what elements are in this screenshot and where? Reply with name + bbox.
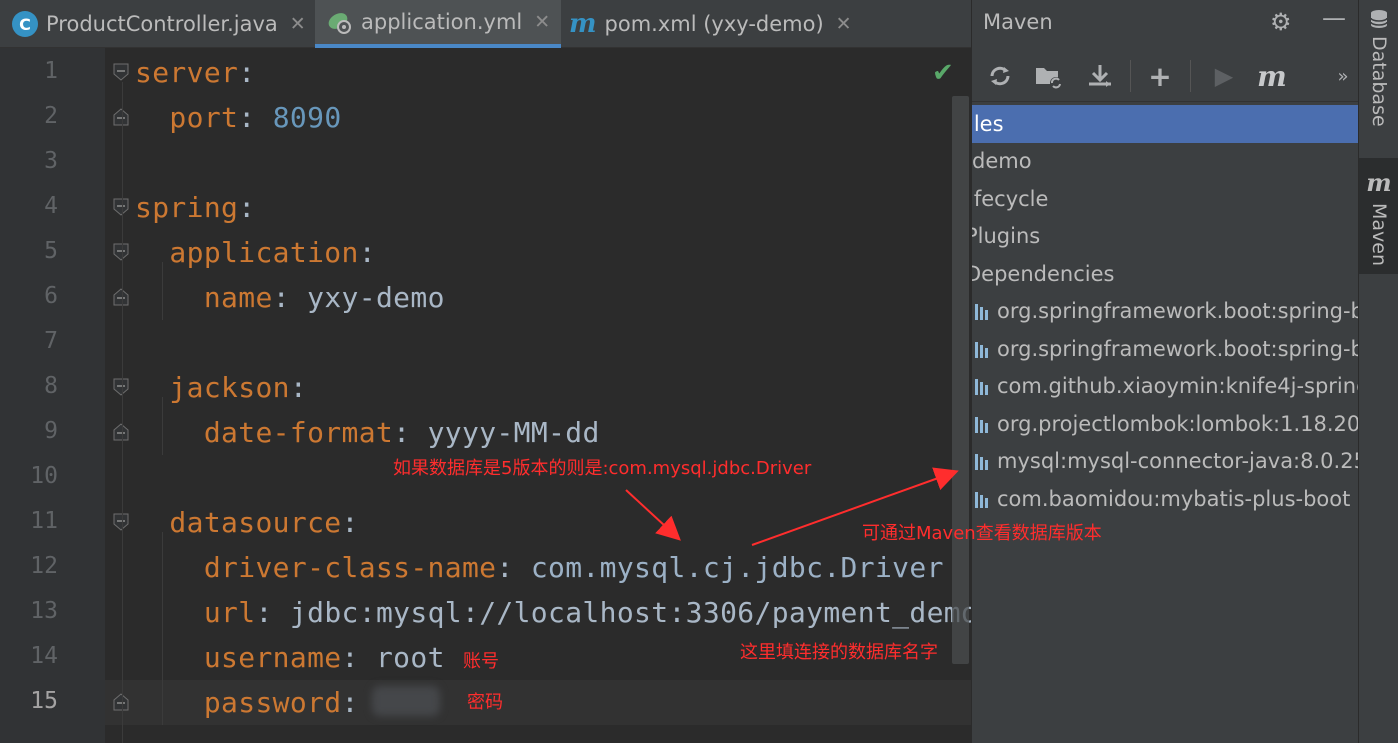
tree-item-project[interactable]: demo: [972, 142, 1358, 180]
line-number: 3: [44, 148, 58, 174]
minimize-icon[interactable]: —: [1322, 4, 1346, 32]
line-number: 2: [44, 103, 58, 129]
folder-reload-icon[interactable]: [1032, 60, 1066, 92]
fold-end-icon[interactable]: [111, 287, 131, 307]
code-line-5: application:: [169, 236, 376, 269]
fold-open-icon[interactable]: [111, 242, 131, 262]
line-number: 12: [30, 553, 58, 579]
database-tool-button[interactable]: Database: [1359, 8, 1398, 138]
line-number: 6: [44, 283, 58, 309]
dependency-item[interactable]: com.baomidou:mybatis-plus-boot: [972, 480, 1358, 518]
line-number: 10: [30, 463, 58, 489]
library-icon: [975, 379, 988, 395]
library-icon: [975, 454, 988, 470]
line-number: 9: [44, 418, 58, 444]
annotation-password-note: 密码: [467, 692, 503, 713]
fold-end-icon[interactable]: [111, 692, 131, 712]
code-line-8: jackson:: [169, 371, 308, 404]
tab-product-controller[interactable]: C ProductController.java ✕: [0, 0, 314, 48]
dependency-item[interactable]: org.projectlombok:lombok:1.18.20: [972, 405, 1358, 443]
line-number: 1: [44, 58, 58, 84]
fold-open-icon[interactable]: [111, 197, 131, 217]
maven-label: Maven: [1368, 203, 1390, 267]
database-label: Database: [1368, 36, 1390, 127]
download-icon[interactable]: [1083, 60, 1117, 92]
code-line-13: url: jdbc:mysql://localhost:3306/payment…: [203, 596, 971, 629]
spring-leaf-icon: [327, 9, 353, 35]
maven-panel: Maven ⚙ — + ▶ m » iles demo ifecycle Plu…: [971, 0, 1358, 743]
editor-tab-bar: C ProductController.java ✕ application.y…: [0, 0, 971, 48]
code-line-9: date-format: yyyy-MM-dd: [203, 416, 600, 449]
fold-open-icon[interactable]: [111, 62, 131, 82]
maven-icon: m: [1366, 168, 1392, 197]
library-icon: [975, 417, 988, 433]
library-icon: [975, 304, 988, 320]
maven-header: Maven ⚙ —: [972, 0, 1358, 48]
code-line-2: port: 8090: [169, 101, 342, 134]
maven-execute-icon[interactable]: m: [1255, 60, 1289, 93]
tab-label: pom.xml (yxy-demo): [604, 12, 824, 36]
redacted-password: [372, 686, 440, 716]
maven-title: Maven: [983, 10, 1053, 34]
close-icon[interactable]: ✕: [836, 13, 852, 35]
maven-tool-button[interactable]: m Maven: [1359, 158, 1398, 274]
tool-window-stripe: Database m Maven: [1358, 0, 1398, 743]
database-icon: [1370, 10, 1388, 28]
java-class-icon: C: [12, 11, 38, 37]
close-icon[interactable]: ✕: [290, 13, 306, 35]
tree-item-plugins[interactable]: Plugins: [972, 217, 1358, 255]
toolbar-separator: [1130, 60, 1131, 92]
dependency-item[interactable]: com.github.xiaoymin:knife4j-spring: [972, 367, 1358, 405]
tab-label: ProductController.java: [46, 12, 278, 36]
library-icon: [975, 342, 988, 358]
tree-item-dependencies[interactable]: Dependencies: [972, 255, 1358, 293]
tree-item-lifecycle[interactable]: ifecycle: [972, 180, 1358, 218]
run-icon[interactable]: ▶: [1207, 60, 1241, 92]
library-icon: [975, 492, 988, 508]
line-number: 13: [30, 598, 58, 624]
editor-scrollbar[interactable]: [952, 96, 969, 664]
dependency-item[interactable]: org.springframework.boot:spring-b: [972, 330, 1358, 368]
annotation-maven-note: 可通过Maven查看数据库版本: [862, 523, 1102, 544]
fold-end-icon[interactable]: [111, 422, 131, 442]
code-line-15: password:: [203, 686, 359, 719]
line-number: 4: [44, 193, 58, 219]
annotation-dbname-note: 这里填连接的数据库名字: [740, 642, 938, 663]
fold-open-icon[interactable]: [111, 512, 131, 532]
tab-pom-xml[interactable]: m pom.xml (yxy-demo) ✕: [565, 0, 865, 48]
maven-toolbar: + ▶ m »: [972, 50, 1358, 102]
code-line-6: name: yxy-demo: [203, 281, 445, 314]
code-line-4: spring:: [135, 191, 256, 224]
tab-application-yml[interactable]: application.yml ✕: [315, 0, 561, 48]
code-line-1: server:: [135, 56, 256, 89]
code-line-12: driver-class-name: com.mysql.cj.jdbc.Dri…: [203, 551, 944, 584]
line-number: 8: [44, 373, 58, 399]
line-number: 5: [44, 238, 58, 264]
annotation-username-note: 账号: [463, 651, 499, 672]
reload-icon[interactable]: [983, 60, 1017, 92]
line-number: 7: [44, 328, 58, 354]
tab-label: application.yml: [361, 10, 523, 34]
gear-icon[interactable]: ⚙: [1270, 8, 1292, 36]
code-line-11: datasource:: [169, 506, 359, 539]
line-number: 14: [30, 643, 58, 669]
dependency-item[interactable]: org.springframework.boot:spring-b: [972, 292, 1358, 330]
fold-end-icon[interactable]: [111, 107, 131, 127]
line-number-current: 15: [30, 688, 58, 714]
maven-icon: m: [569, 9, 597, 39]
fold-open-icon[interactable]: [111, 377, 131, 397]
code-line-14: username: root: [203, 641, 445, 674]
toolbar-separator: [1190, 60, 1191, 92]
more-icon[interactable]: »: [1326, 60, 1358, 92]
line-number: 11: [30, 508, 58, 534]
indent-guide: [122, 82, 123, 743]
check-icon: ✔: [932, 58, 954, 88]
annotation-driver-note: 如果数据库是5版本的则是:com.mysql.jdbc.Driver: [393, 458, 812, 479]
add-icon[interactable]: +: [1143, 60, 1177, 93]
dependency-item[interactable]: mysql:mysql-connector-java:8.0.25: [972, 442, 1358, 480]
tree-item-profiles[interactable]: iles: [972, 105, 1358, 143]
close-icon[interactable]: ✕: [534, 11, 550, 33]
